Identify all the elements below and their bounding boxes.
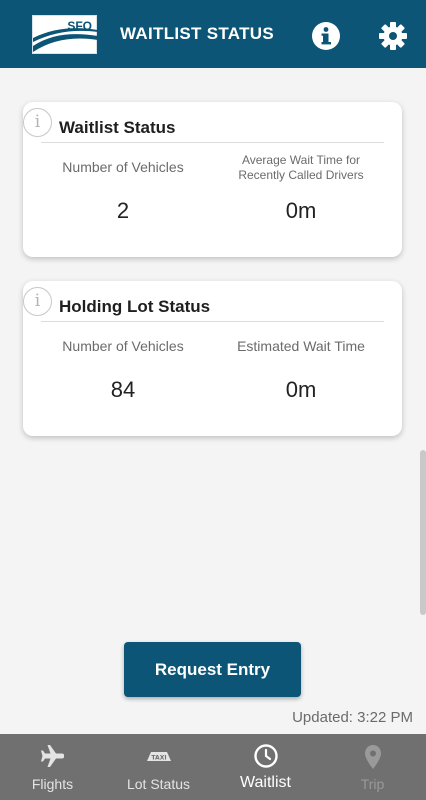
- tab-lot-status[interactable]: TAXI Lot Status: [105, 734, 212, 800]
- sfo-logo: SFO: [32, 15, 98, 54]
- svg-text:TAXI: TAXI: [151, 755, 166, 762]
- avg-wait-label-line2: Recently Called Drivers: [238, 168, 364, 182]
- logo-text: SFO: [67, 19, 92, 33]
- info-icon[interactable]: i: [23, 108, 52, 137]
- avg-wait-label: Average Wait Time for Recently Called Dr…: [211, 153, 391, 183]
- avg-wait-value: 0m: [285, 198, 317, 223]
- vehicles-label: Number of Vehicles: [62, 338, 184, 354]
- vehicles-count: 84: [110, 377, 136, 402]
- bottom-tab-bar: Flights TAXI Lot Status Waitlist Trip: [0, 734, 426, 800]
- clock-icon: [253, 744, 278, 768]
- card-title: Waitlist Status: [59, 118, 176, 137]
- airplane-icon: [40, 745, 64, 767]
- tab-label: Lot Status: [126, 776, 191, 792]
- page-title: WAITLIST STATUS: [120, 24, 275, 43]
- tab-label: Waitlist: [240, 774, 291, 791]
- scrollbar[interactable]: [420, 450, 426, 615]
- card-title: Holding Lot Status: [59, 297, 211, 316]
- estimated-wait-label: Estimated Wait Time: [237, 338, 365, 354]
- map-pin-icon: [364, 745, 381, 769]
- request-entry-button[interactable]: Request Entry: [124, 642, 301, 697]
- vehicles-count: 2: [116, 198, 130, 223]
- app-header: SFO WAITLIST STATUS: [0, 0, 426, 68]
- updated-timestamp: Updated: 3:22 PM: [292, 709, 413, 726]
- tab-waitlist[interactable]: Waitlist: [212, 734, 319, 800]
- tab-trip[interactable]: Trip: [319, 734, 426, 800]
- waitlist-status-card: i Waitlist Status Number of Vehicles Ave…: [23, 102, 402, 257]
- divider: [41, 321, 384, 322]
- gear-icon: [379, 22, 407, 50]
- taxi-sign-icon: TAXI: [146, 752, 171, 762]
- holding-lot-status-card: i Holding Lot Status Number of Vehicles …: [23, 281, 402, 436]
- estimated-wait-value: 0m: [285, 377, 317, 402]
- info-circle-icon: [312, 22, 340, 50]
- info-icon[interactable]: i: [23, 287, 52, 316]
- tab-flights[interactable]: Flights: [0, 734, 105, 800]
- avg-wait-label-line1: Average Wait Time for: [241, 153, 361, 167]
- vehicles-label: Number of Vehicles: [62, 159, 184, 175]
- divider: [41, 142, 384, 143]
- info-button[interactable]: [311, 21, 341, 51]
- settings-button[interactable]: [378, 21, 408, 51]
- tab-label: Flights: [31, 776, 74, 792]
- tab-label: Trip: [360, 776, 385, 792]
